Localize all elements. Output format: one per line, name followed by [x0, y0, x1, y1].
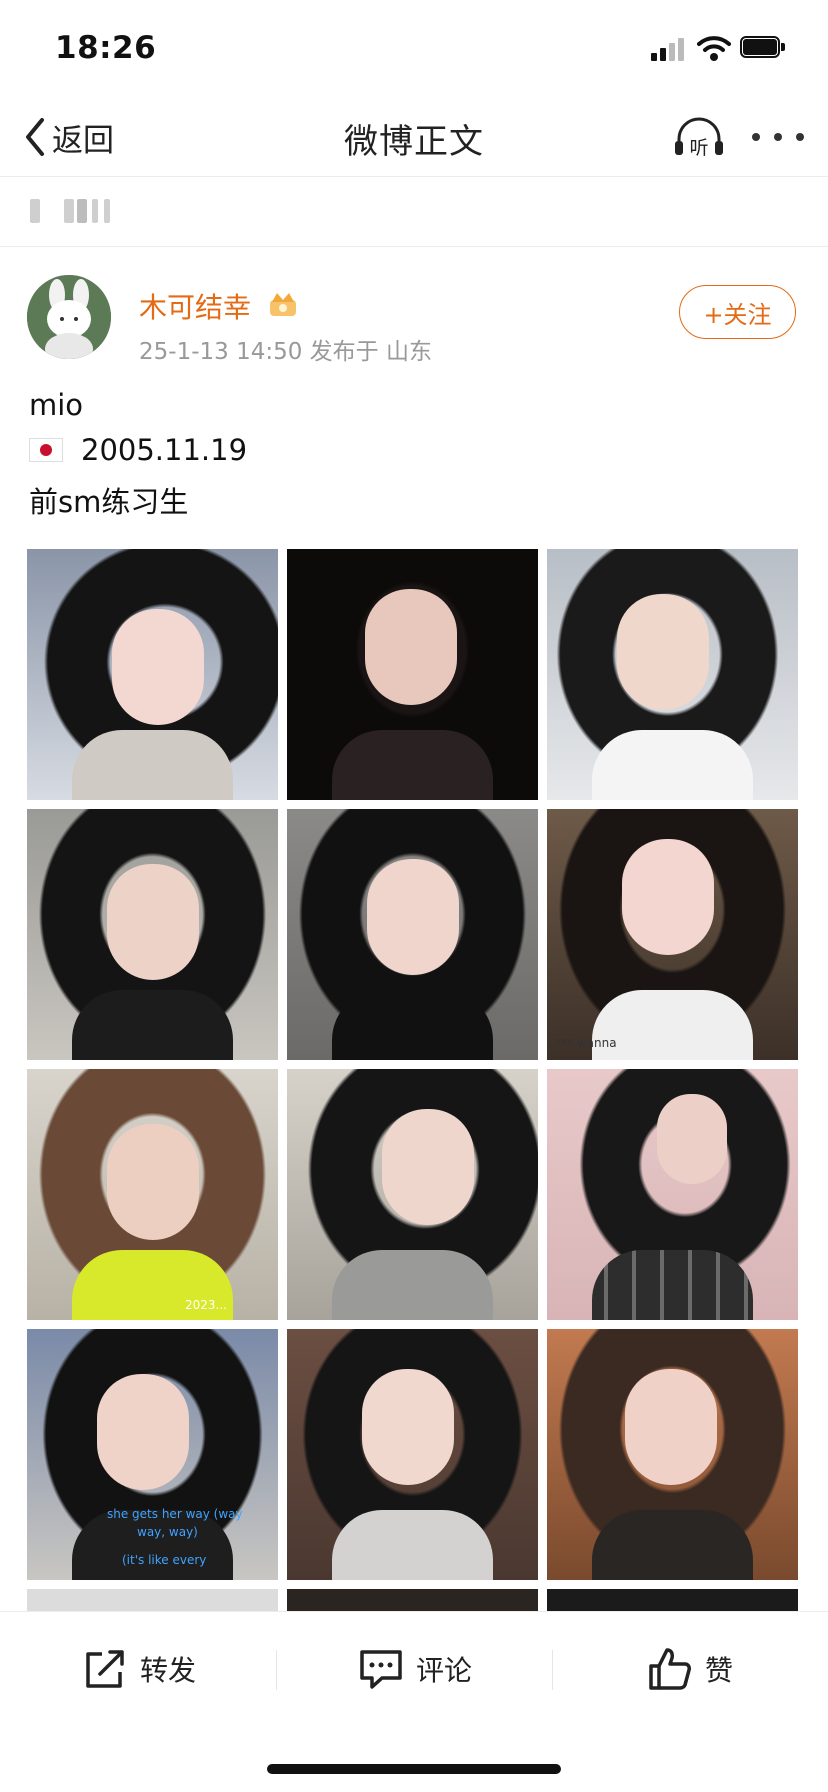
headphones-listen-icon[interactable]: 听	[672, 113, 726, 161]
photo-3[interactable]	[547, 549, 798, 800]
comment-button[interactable]: 评论	[358, 1642, 472, 1696]
repost-label: 转发	[140, 1654, 197, 1687]
photo-caption: she gets her way (way	[107, 1507, 243, 1521]
japan-flag-icon	[29, 438, 63, 462]
photo-2[interactable]	[287, 549, 538, 800]
photo-15[interactable]	[547, 1589, 798, 1611]
like-button[interactable]: 赞	[647, 1642, 733, 1696]
divider	[552, 1650, 553, 1690]
photo-13[interactable]	[27, 1589, 278, 1611]
status-bar: 18:26	[0, 0, 828, 98]
photo-7[interactable]: 2023...	[27, 1069, 278, 1320]
divider	[276, 1650, 277, 1690]
cellular-signal-icon	[651, 37, 687, 61]
more-icon[interactable]	[752, 124, 804, 150]
comment-icon	[360, 1650, 402, 1689]
photo-11[interactable]	[287, 1329, 538, 1580]
repost-icon	[86, 1650, 124, 1688]
svg-text:听: 听	[689, 137, 708, 159]
photo-caption: 2023...	[185, 1298, 227, 1312]
action-bar: 转发 评论 赞	[0, 1611, 828, 1727]
photo-caption: way, way)	[137, 1525, 198, 1539]
post-text-line: mio	[29, 388, 84, 422]
post-text-line-birthday: 2005.11.19	[29, 433, 247, 467]
battery-icon	[740, 36, 786, 60]
photo-caption: (it's like every	[122, 1553, 207, 1567]
photo-8[interactable]	[287, 1069, 538, 1320]
truncated-banner	[0, 177, 828, 247]
photo-14[interactable]	[287, 1589, 538, 1611]
photo-caption: *** wanna	[555, 1036, 617, 1050]
post-text-line: 前sm练习生	[29, 485, 189, 519]
photo-10[interactable]: she gets her way (way way, way) (it's li…	[27, 1329, 278, 1580]
photo-9[interactable]	[547, 1069, 798, 1320]
nav-header: 返回 微博正文 听	[0, 98, 828, 177]
follow-button[interactable]: +关注	[679, 285, 796, 339]
photo-1[interactable]	[27, 549, 278, 800]
like-label: 赞	[705, 1654, 734, 1687]
avatar[interactable]	[27, 275, 111, 359]
photo-4[interactable]	[27, 809, 278, 1060]
home-indicator[interactable]	[267, 1764, 561, 1774]
status-time: 18:26	[55, 30, 157, 66]
wifi-icon	[697, 36, 731, 61]
username[interactable]: 木可结幸	[139, 286, 251, 326]
avatar-image	[27, 275, 111, 359]
repost-button[interactable]: 转发	[82, 1642, 196, 1696]
vip-crown-icon	[270, 293, 296, 316]
photo-12[interactable]	[547, 1329, 798, 1580]
photo-grid: *** wanna 2023... she gets her way (way …	[27, 549, 801, 1611]
comment-label: 评论	[416, 1654, 473, 1687]
post-timestamp-location: 25-1-13 14:50 发布于 山东	[139, 339, 432, 365]
photo-5[interactable]	[287, 809, 538, 1060]
thumbs-up-icon	[649, 1648, 691, 1690]
birthday-text: 2005.11.19	[81, 433, 248, 467]
photo-6[interactable]: *** wanna	[547, 809, 798, 1060]
